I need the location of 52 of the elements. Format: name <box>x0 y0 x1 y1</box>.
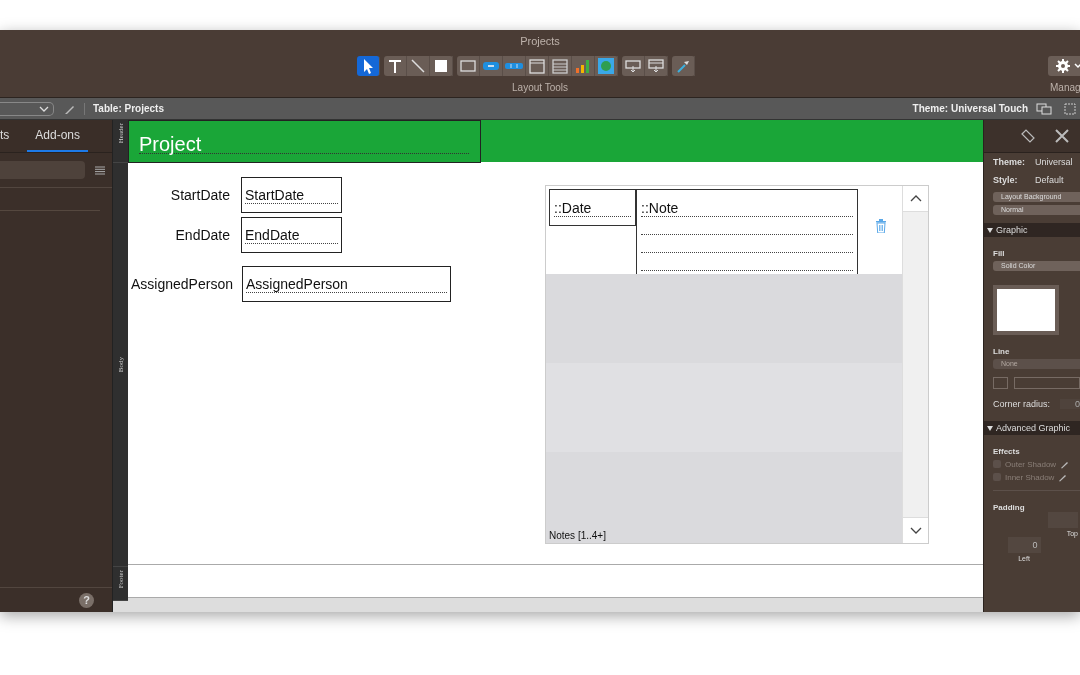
inspector-value: Default <box>1035 175 1064 185</box>
line-position-button[interactable] <box>1013 377 1080 389</box>
scroll-bar[interactable] <box>902 186 928 543</box>
padding-left-field[interactable]: 0 <box>1007 537 1041 553</box>
inspector-label: Padding <box>992 502 1026 512</box>
portal-label: Notes [1..4+] <box>548 530 606 543</box>
pencil-icon[interactable] <box>64 102 85 115</box>
chevron-down-icon <box>39 105 49 112</box>
field-label: AssignedPerson <box>131 276 233 292</box>
portal-field[interactable]: ::Date <box>549 189 636 226</box>
input-field[interactable]: StartDate <box>241 177 342 213</box>
pencil-icon[interactable] <box>1060 459 1071 469</box>
pencil-icon[interactable] <box>1058 472 1069 482</box>
line-style-button[interactable] <box>993 377 1008 389</box>
manage-button[interactable] <box>1048 56 1080 76</box>
horizontal-scroll-bar[interactable] <box>128 598 983 612</box>
tools-icon[interactable] <box>1054 128 1070 144</box>
input-field[interactable]: EndDate <box>241 217 342 253</box>
inspector-label: Effects <box>992 446 1021 456</box>
layout-dropdown[interactable] <box>0 101 54 116</box>
field-label: StartDate <box>169 187 230 203</box>
pane-tab[interactable]: Add-ons <box>27 120 89 152</box>
section-header[interactable]: Advanced Graphic <box>984 421 1080 435</box>
inspector-label: Theme: <box>993 157 1025 167</box>
inspector-label: Style: <box>993 175 1019 185</box>
ruler-icon[interactable] <box>1020 128 1036 144</box>
table-label: Table: Projects <box>93 103 164 114</box>
portal[interactable]: ::Date ::Note Notes [1..4+] <box>545 185 929 544</box>
manage-label: Manag <box>1050 82 1080 93</box>
corner-radius-field[interactable]: 0 <box>1060 399 1080 409</box>
chevron-up-icon[interactable] <box>909 195 922 202</box>
inspector-label: Corner radius: <box>993 399 1051 409</box>
section-header[interactable]: Graphic <box>984 223 1080 237</box>
inspector-value: Universal <box>1035 157 1073 167</box>
disclosure-triangle-icon[interactable] <box>987 227 993 233</box>
trash-icon[interactable] <box>875 219 887 233</box>
pane-tab[interactable]: ts <box>0 120 18 152</box>
disclosure-triangle-icon[interactable] <box>987 425 993 431</box>
chevron-down-icon[interactable] <box>909 527 922 534</box>
toolbar-label: Layout Tools <box>512 82 568 93</box>
list-menu-icon[interactable] <box>95 165 105 175</box>
theme-icon[interactable] <box>1036 102 1052 115</box>
selection-icon[interactable] <box>1064 102 1076 115</box>
inspector-label: Fill <box>992 248 1006 258</box>
theme-label: Theme: Universal Touch <box>912 103 1028 114</box>
help-button[interactable]: ? <box>79 592 94 608</box>
color-swatch[interactable] <box>993 285 1059 335</box>
scroll-bar-corner <box>113 601 128 612</box>
field-label: EndDate <box>174 227 230 243</box>
inspector-label: Line <box>992 346 1011 356</box>
input-field[interactable]: AssignedPerson <box>241 266 451 302</box>
window-title: Projects <box>519 35 561 47</box>
